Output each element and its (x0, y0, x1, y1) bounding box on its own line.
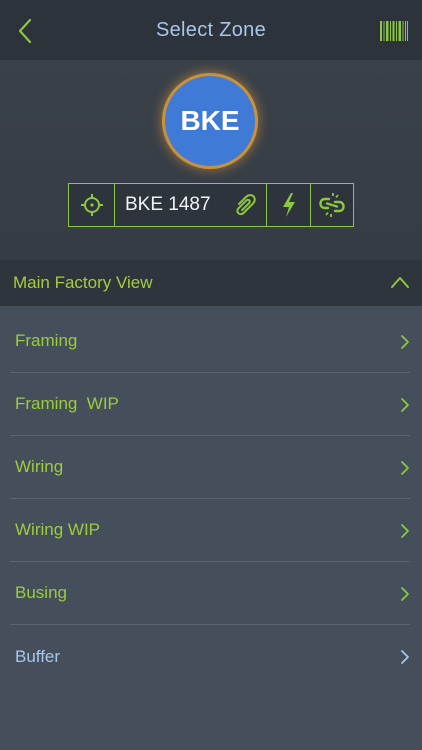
list-item-label: Framing WIP (15, 394, 119, 413)
disconnect-button[interactable] (311, 184, 353, 226)
list-item-label: Busing (15, 583, 67, 602)
chevron-right-icon (401, 398, 409, 412)
list-item-label: Buffer (15, 646, 61, 666)
chevron-right-icon (401, 524, 409, 538)
device-name: BKE 1487 (125, 194, 211, 215)
navigation-bar: Select Zone (0, 0, 422, 60)
device-name-field[interactable]: BKE 1487 (115, 184, 267, 226)
barcode-icon (380, 21, 408, 41)
lightning-icon (282, 193, 295, 217)
locate-button[interactable] (69, 184, 115, 226)
device-header: BKE BKE 1487 (0, 60, 422, 260)
list-item-busing[interactable]: Busing (10, 562, 410, 625)
chevron-right-icon (401, 650, 409, 664)
list-item-buffer[interactable]: Buffer (10, 625, 410, 688)
chevron-right-icon (401, 335, 409, 349)
device-avatar: BKE (165, 76, 255, 166)
zone-list: Framing Framing WIP Wiring Wiring WIP Bu… (0, 310, 422, 688)
back-button[interactable] (10, 14, 40, 48)
device-toolbar: BKE 1487 (68, 183, 354, 227)
power-button[interactable] (267, 184, 311, 226)
chevron-left-icon (18, 18, 32, 44)
list-item-framing[interactable]: Framing (10, 310, 410, 373)
section-title: Main Factory View (13, 273, 153, 292)
chevron-up-icon[interactable] (390, 275, 410, 289)
crosshair-icon (80, 194, 103, 216)
list-item-wiring[interactable]: Wiring (10, 436, 410, 499)
page-title: Select Zone (155, 18, 267, 41)
paperclip-icon (236, 194, 256, 216)
chevron-right-icon (401, 587, 409, 601)
list-item-framing-wip[interactable]: Framing WIP (10, 373, 410, 436)
list-item-label: Framing (15, 331, 78, 350)
list-item-wiring-wip[interactable]: Wiring WIP (10, 499, 410, 562)
chevron-right-icon (401, 461, 409, 475)
section-header-main-factory[interactable]: Main Factory View (0, 260, 422, 306)
broken-link-icon (319, 193, 345, 217)
list-item-label: Wiring WIP (15, 520, 100, 539)
list-item-label: Wiring (15, 457, 64, 476)
barcode-scan-button[interactable] (380, 21, 408, 41)
